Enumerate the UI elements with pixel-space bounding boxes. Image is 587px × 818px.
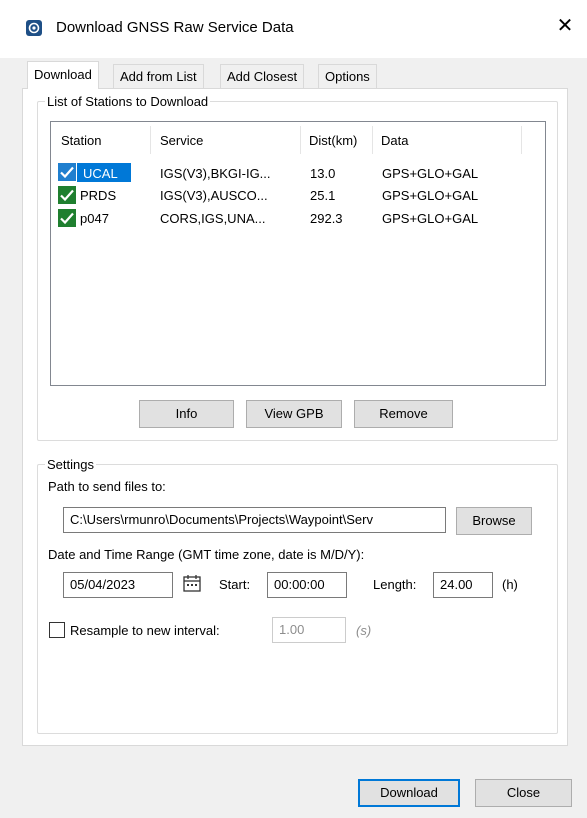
row-checkbox-prds[interactable] xyxy=(58,186,76,204)
resample-interval-input[interactable]: 1.00 xyxy=(272,617,346,643)
date-input[interactable]: 05/04/2023 xyxy=(63,572,173,598)
station-cell[interactable]: UCAL xyxy=(83,166,118,181)
tab-add-closest[interactable]: Add Closest xyxy=(220,64,305,88)
calendar-icon[interactable] xyxy=(181,573,203,595)
length-unit: (h) xyxy=(502,577,518,592)
start-time-input[interactable]: 00:00:00 xyxy=(267,572,347,598)
dist-cell: 292.3 xyxy=(310,211,343,226)
resample-label[interactable]: Resample to new interval: xyxy=(70,623,220,638)
download-button[interactable]: Download xyxy=(358,779,460,807)
settings-group-label: Settings xyxy=(45,457,96,472)
station-cell[interactable]: p047 xyxy=(80,211,109,226)
browse-button[interactable]: Browse xyxy=(456,507,532,535)
row-checkbox-p047[interactable] xyxy=(58,209,76,227)
column-separator xyxy=(521,126,522,154)
path-input[interactable]: C:\Users\rmunro\Documents\Projects\Waypo… xyxy=(63,507,446,533)
column-separator xyxy=(300,126,301,154)
info-button[interactable]: Info xyxy=(139,400,234,428)
resample-checkbox[interactable] xyxy=(49,622,65,638)
date-range-label: Date and Time Range (GMT time zone, date… xyxy=(48,547,365,562)
settings-groupbox xyxy=(37,464,558,734)
view-gpb-button[interactable]: View GPB xyxy=(246,400,342,428)
close-button[interactable]: Close xyxy=(475,779,572,807)
data-cell: GPS+GLO+GAL xyxy=(382,188,479,203)
data-cell: GPS+GLO+GAL xyxy=(382,166,479,181)
gnss-app-icon xyxy=(26,20,42,36)
column-header-station[interactable]: Station xyxy=(61,133,101,148)
service-cell: IGS(V3),BKGI-IG... xyxy=(160,166,271,181)
column-separator xyxy=(372,126,373,154)
tab-add-from-list[interactable]: Add from List xyxy=(113,64,204,88)
close-icon[interactable]: ✕ xyxy=(552,13,578,38)
data-cell: GPS+GLO+GAL xyxy=(382,211,479,226)
tab-options[interactable]: Options xyxy=(318,64,377,88)
service-cell: IGS(V3),AUSCO... xyxy=(160,188,268,203)
window-title: Download GNSS Raw Service Data xyxy=(56,19,294,36)
column-separator xyxy=(150,126,151,154)
station-cell[interactable]: PRDS xyxy=(80,188,116,203)
length-label: Length: xyxy=(373,577,417,592)
column-header-dist[interactable]: Dist(km) xyxy=(309,133,357,148)
row-checkbox-ucal[interactable] xyxy=(58,163,76,181)
column-header-service[interactable]: Service xyxy=(160,133,203,148)
stations-group-label: List of Stations to Download xyxy=(45,94,211,109)
service-cell: CORS,IGS,UNA... xyxy=(160,211,266,226)
column-header-data[interactable]: Data xyxy=(381,133,408,148)
title-bar: Download GNSS Raw Service Data ✕ xyxy=(0,0,587,58)
dist-cell: 25.1 xyxy=(310,188,336,203)
stations-listview[interactable] xyxy=(50,121,546,386)
tab-download[interactable]: Download xyxy=(27,61,99,89)
resample-unit: (s) xyxy=(356,623,372,638)
remove-button[interactable]: Remove xyxy=(354,400,453,428)
path-label: Path to send files to: xyxy=(48,479,166,494)
dist-cell: 13.0 xyxy=(310,166,336,181)
start-label: Start: xyxy=(219,577,251,592)
length-input[interactable]: 24.00 xyxy=(433,572,493,598)
